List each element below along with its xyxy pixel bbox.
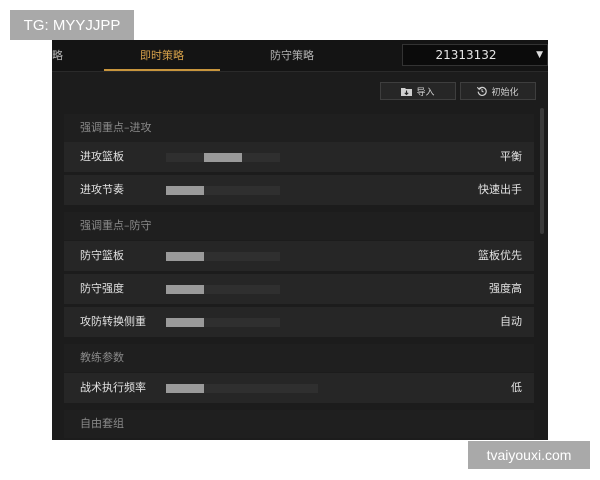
tab-defense-strategy[interactable]: 防守策略 xyxy=(248,40,336,71)
import-button[interactable]: 导入 xyxy=(380,82,456,100)
slider-knob[interactable] xyxy=(166,318,204,327)
setting-row-offensive-pace[interactable]: 进攻节奏 快速出手 xyxy=(64,175,534,205)
slider-track[interactable] xyxy=(166,252,280,261)
chevron-down-icon: ▼ xyxy=(536,50,543,60)
strategy-panel: 略 即时策略 防守策略 21313132 ▼ 导入 初始化 强调重点–进攻 进攻… xyxy=(52,40,548,440)
slider-knob[interactable] xyxy=(166,285,204,294)
slider-track[interactable] xyxy=(166,318,280,327)
setting-value: 平衡 xyxy=(500,150,522,163)
setting-value: 自动 xyxy=(500,315,522,328)
site-watermark: tvaiyouxi.com xyxy=(468,441,590,469)
setting-value: 快速出手 xyxy=(478,183,522,196)
tg-watermark: TG: MYYJJPP xyxy=(10,10,134,40)
slider-knob[interactable] xyxy=(166,252,204,261)
active-tab-indicator xyxy=(104,69,220,71)
setting-label: 战术执行频率 xyxy=(80,381,146,394)
slider-knob[interactable] xyxy=(204,153,242,162)
import-button-label: 导入 xyxy=(416,87,435,98)
setting-label: 进攻节奏 xyxy=(80,183,124,196)
initialize-button[interactable]: 初始化 xyxy=(460,82,536,100)
setting-row-defensive-rebound[interactable]: 防守篮板 篮板优先 xyxy=(64,241,534,271)
slider-track[interactable] xyxy=(166,384,318,393)
slider-track[interactable] xyxy=(166,153,280,162)
setting-label: 防守强度 xyxy=(80,282,124,295)
setting-value: 强度高 xyxy=(489,282,522,295)
tab-instant-strategy[interactable]: 即时策略 xyxy=(104,40,220,71)
tab-strategy-partial[interactable]: 略 xyxy=(52,40,70,71)
reset-circle-icon xyxy=(477,86,488,96)
scrollbar[interactable] xyxy=(540,108,544,234)
setting-row-defensive-intensity[interactable]: 防守强度 强度高 xyxy=(64,274,534,304)
setting-label: 进攻篮板 xyxy=(80,150,124,163)
slider-knob[interactable] xyxy=(166,384,204,393)
player-select-value: 21313132 xyxy=(435,48,497,62)
setting-value: 低 xyxy=(511,381,522,394)
slider-track[interactable] xyxy=(166,186,280,195)
tab-bar: 略 即时策略 防守策略 21313132 ▼ xyxy=(52,40,548,72)
setting-label: 攻防转换侧重 xyxy=(80,315,146,328)
section-header-offense: 强调重点–进攻 xyxy=(64,114,534,142)
setting-row-transition-focus[interactable]: 攻防转换侧重 自动 xyxy=(64,307,534,337)
slider-track[interactable] xyxy=(166,285,280,294)
section-header-defense: 强调重点–防守 xyxy=(64,212,534,240)
import-folder-icon xyxy=(401,87,413,96)
setting-value: 篮板优先 xyxy=(478,249,522,262)
section-header-free-sets: 自由套组 xyxy=(64,410,534,438)
setting-row-offensive-rebound[interactable]: 进攻篮板 平衡 xyxy=(64,142,534,172)
slider-knob[interactable] xyxy=(166,186,204,195)
setting-label: 防守篮板 xyxy=(80,249,124,262)
setting-row-tactic-frequency[interactable]: 战术执行频率 低 xyxy=(64,373,534,403)
section-header-coaching: 教练参数 xyxy=(64,344,534,372)
initialize-button-label: 初始化 xyxy=(491,87,519,98)
player-select[interactable]: 21313132 ▼ xyxy=(402,44,548,66)
